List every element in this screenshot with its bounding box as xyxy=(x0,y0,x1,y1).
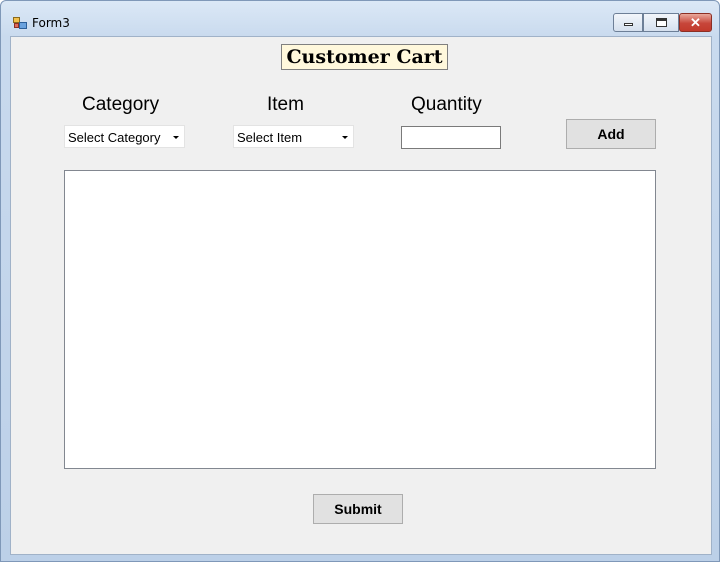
quantity-label: Quantity xyxy=(411,94,482,115)
window-title: Form3 xyxy=(32,16,70,30)
minimize-button[interactable] xyxy=(613,13,643,32)
cart-list[interactable] xyxy=(64,170,656,469)
close-icon: ✕ xyxy=(690,15,701,30)
item-dropdown[interactable]: Select Item xyxy=(233,125,354,148)
app-icon[interactable] xyxy=(13,16,27,29)
add-button[interactable]: Add xyxy=(566,119,656,149)
minimize-icon xyxy=(624,23,633,26)
maximize-icon xyxy=(656,18,667,27)
category-selected-value: Select Category xyxy=(68,130,161,145)
item-label: Item xyxy=(267,94,304,115)
title-bar[interactable]: Form3 ✕ xyxy=(1,1,719,35)
chevron-down-icon[interactable] xyxy=(167,126,184,147)
page-title: Customer Cart xyxy=(281,44,448,70)
maximize-button[interactable] xyxy=(643,13,679,32)
submit-button[interactable]: Submit xyxy=(313,494,403,524)
chevron-down-icon[interactable] xyxy=(336,126,353,147)
item-selected-value: Select Item xyxy=(237,130,303,145)
quantity-input[interactable] xyxy=(401,126,501,149)
category-dropdown[interactable]: Select Category xyxy=(64,125,185,148)
category-label: Category xyxy=(82,94,160,115)
close-button[interactable]: ✕ xyxy=(679,13,712,32)
